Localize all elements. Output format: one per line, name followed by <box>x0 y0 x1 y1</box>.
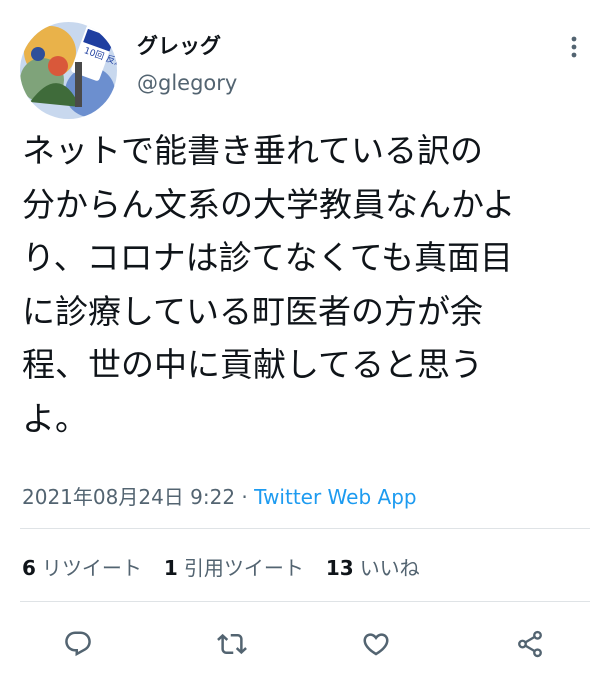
divider <box>20 528 590 529</box>
avatar-image: 10回 反逆者 ガマンの人 <box>20 22 117 119</box>
likes-stat[interactable]: 13 いいね <box>326 556 420 580</box>
tweet-timestamp[interactable]: 2021年08月24日 9:22 <box>22 485 235 509</box>
tweet-text-line: に診療している町医者の方が余 <box>22 291 484 331</box>
quotes-stat[interactable]: 1 引用ツイート <box>164 556 304 580</box>
quotes-count: 1 <box>163 556 178 580</box>
meta-separator: · <box>235 485 255 509</box>
retweet-icon[interactable] <box>212 624 252 664</box>
display-name[interactable]: グレッグ <box>137 30 221 60</box>
tweet-text-line: 程、世の中に貢献してると思う <box>22 345 484 384</box>
heart-icon[interactable] <box>356 624 396 664</box>
tweet-text: ネットで能書き垂れている訳の 分からん文系の大学教員なんかよ り、コロナは診てな… <box>22 124 597 445</box>
more-vertical-icon[interactable] <box>564 34 584 60</box>
tweet-meta: 2021年08月24日 9:22 · Twitter Web App <box>22 481 417 510</box>
tweet-source[interactable]: Twitter Web App <box>254 485 416 509</box>
tweet-text-line: よ。 <box>22 398 88 438</box>
tweet-stats: 6 リツイート 1 引用ツイート 13 いいね <box>22 552 442 581</box>
likes-label: いいね <box>359 556 420 580</box>
tweet-text-line: ネットで能書き垂れている訳の <box>22 131 484 170</box>
retweets-label: リツイート <box>41 556 142 580</box>
tweet-text-line: 分からん文系の大学教員なんかよ <box>22 184 516 224</box>
avatar[interactable]: 10回 反逆者 ガマンの人 <box>20 22 117 119</box>
quotes-label: 引用ツイート <box>183 556 304 580</box>
tweet-text-line: り、コロナは診てなくても真面目 <box>22 238 514 277</box>
divider <box>20 601 590 602</box>
retweets-stat[interactable]: 6 リツイート <box>22 556 142 580</box>
reply-icon[interactable] <box>58 624 98 664</box>
user-handle[interactable]: @glegory <box>137 71 237 95</box>
retweets-count: 6 <box>22 556 36 580</box>
likes-count: 13 <box>325 556 354 580</box>
share-icon[interactable] <box>510 624 550 664</box>
